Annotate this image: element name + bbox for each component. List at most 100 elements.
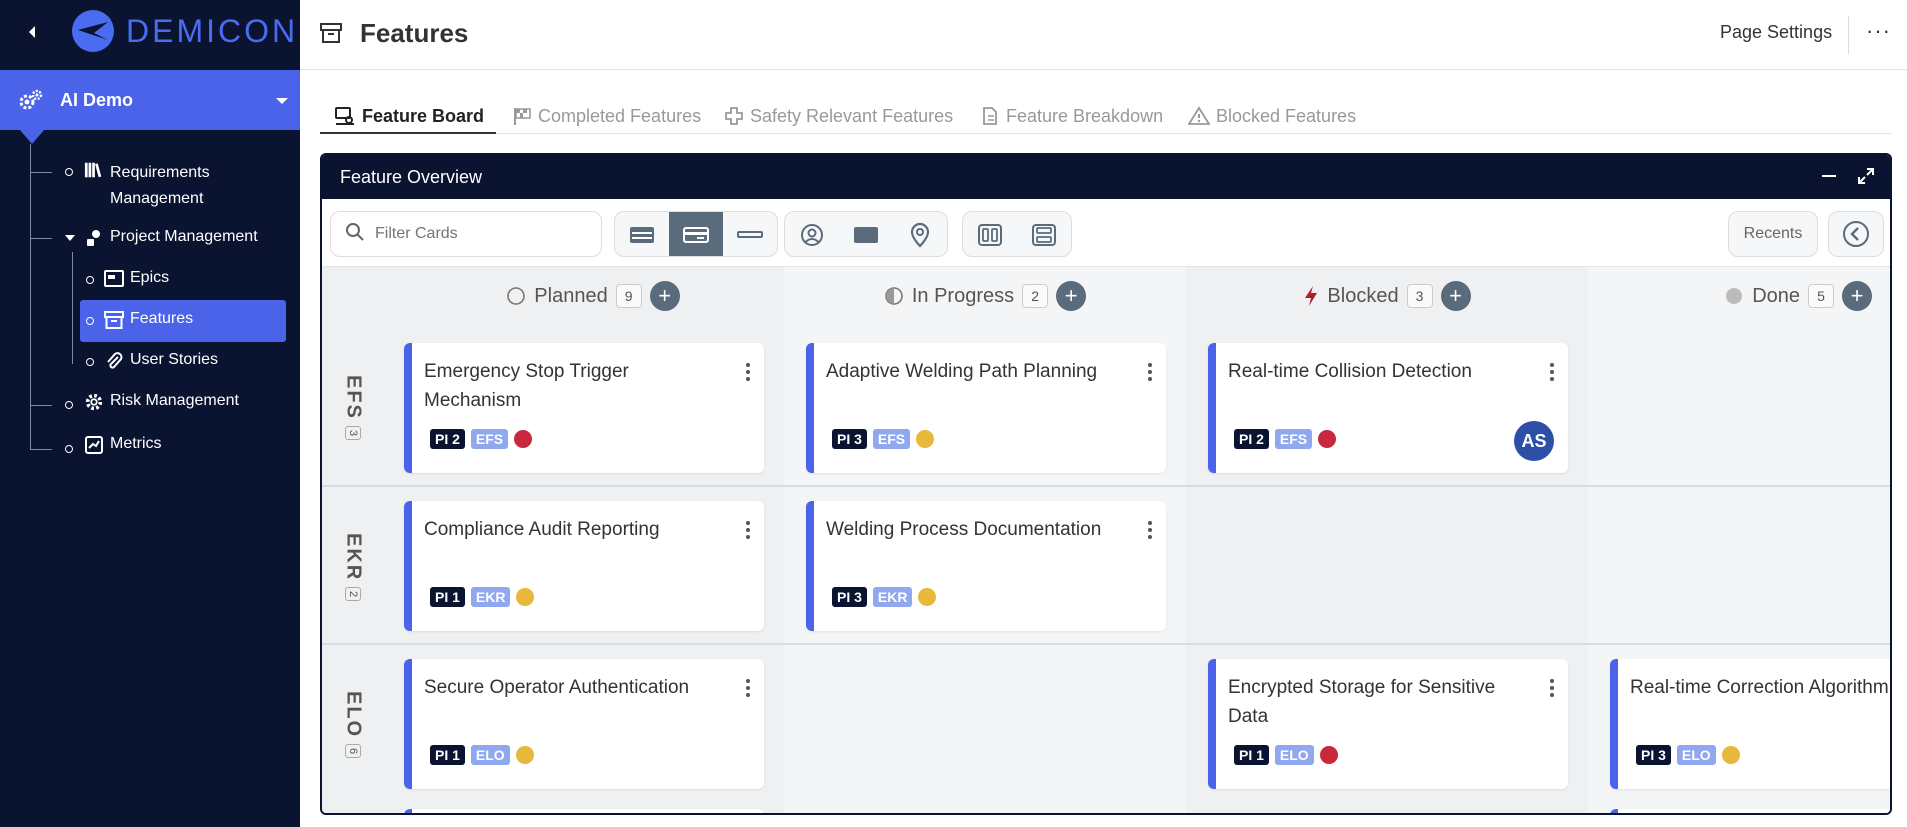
panel-title: Feature Overview xyxy=(340,167,483,187)
row-layout-button[interactable] xyxy=(1017,212,1071,256)
project-selector[interactable]: AI Demo xyxy=(0,70,300,130)
collapse-sidebar-icon[interactable] xyxy=(22,22,42,42)
circle-filled-icon xyxy=(1726,288,1743,304)
feature-card[interactable]: Compliance Audit Reporting PI 1 EKR xyxy=(404,501,764,631)
swimlane-label-ekr: EKR 2 xyxy=(336,533,370,602)
feature-card-partial[interactable] xyxy=(404,809,764,813)
caret-down-icon[interactable] xyxy=(276,98,288,104)
feature-overview-panel: Feature Overview Filter Cards Recents Pl… xyxy=(320,153,1892,815)
status-dot xyxy=(514,430,533,448)
sidebar: DEMICON AI Demo Requirements Management … xyxy=(0,0,300,827)
feature-card[interactable]: Real-time Collision Detection PI 2 EFS A… xyxy=(1208,343,1568,473)
large-card-view-button[interactable] xyxy=(615,212,669,256)
bullet xyxy=(65,445,73,453)
tab-completed-features[interactable]: Completed Features xyxy=(512,100,701,132)
sidebar-item-label: Risk Management xyxy=(110,392,239,409)
pi-badge: PI 3 xyxy=(832,429,867,449)
chevron-left-circle-icon xyxy=(1843,221,1869,247)
card-menu-icon[interactable] xyxy=(1550,679,1554,697)
column-layout-button[interactable] xyxy=(963,212,1017,256)
status-dot xyxy=(918,588,937,606)
tab-feature-board[interactable]: Feature Board xyxy=(334,100,484,132)
collapse-panel-button[interactable] xyxy=(1828,211,1884,257)
swimlane-count: 2 xyxy=(345,587,361,602)
circle-outline-icon xyxy=(507,287,526,305)
books-icon xyxy=(84,160,104,180)
gear-icon xyxy=(84,392,104,412)
paperclip-icon xyxy=(104,351,124,371)
page-title: Features xyxy=(360,18,469,48)
sidebar-item-project-management[interactable]: Project Management xyxy=(84,228,258,248)
column-header-done: Done 5 + xyxy=(1588,267,1890,325)
feature-card-partial[interactable] xyxy=(1610,809,1890,813)
expand-icon[interactable] xyxy=(1857,167,1875,190)
column-header-blocked: Blocked 3 + xyxy=(1186,267,1588,325)
sidebar-item-metrics[interactable]: Metrics xyxy=(84,435,162,455)
card-menu-icon[interactable] xyxy=(746,363,750,381)
column-count: 3 xyxy=(1406,284,1433,308)
column-title: Done xyxy=(1752,284,1800,307)
show-color-button[interactable] xyxy=(839,212,893,256)
more-options-icon[interactable]: ··· xyxy=(1866,18,1891,44)
page-settings-button[interactable]: Page Settings xyxy=(1720,22,1832,43)
show-location-button[interactable] xyxy=(893,212,947,256)
feature-card[interactable]: Encrypted Storage for Sensitive Data PI … xyxy=(1208,659,1568,789)
sidebar-item-risk-management[interactable]: Risk Management xyxy=(84,392,239,412)
card-title: Real-time Collision Detection xyxy=(1228,361,1472,382)
layout-toggle-group xyxy=(962,211,1072,257)
bullet xyxy=(65,168,73,176)
kanban-board: Planned 9 + In Progress 2 + Blocked 3 + … xyxy=(322,267,1890,813)
pi-badge: PI 2 xyxy=(430,429,465,449)
tab-feature-breakdown[interactable]: Feature Breakdown xyxy=(980,100,1163,132)
swimlane-count: 3 xyxy=(345,425,361,441)
tab-blocked-features[interactable]: Blocked Features xyxy=(1188,100,1356,132)
caret-down-icon[interactable] xyxy=(64,234,76,242)
medium-card-view-button[interactable] xyxy=(669,212,723,256)
sidebar-item-requirements[interactable]: Requirements Management xyxy=(84,160,284,212)
card-size-toggle-group xyxy=(614,211,778,257)
feature-card[interactable]: Emergency Stop Trigger Mechanism PI 2 EF… xyxy=(404,343,764,473)
card-menu-icon[interactable] xyxy=(1148,363,1152,381)
show-assignee-button[interactable] xyxy=(785,212,839,256)
page-header: Features Page Settings ··· xyxy=(300,0,1907,70)
card-menu-icon[interactable] xyxy=(746,521,750,539)
pi-badge: PI 2 xyxy=(1234,429,1269,449)
feature-card[interactable]: Adaptive Welding Path Planning PI 3 EFS xyxy=(806,343,1166,473)
sidebar-item-label: Requirements Management xyxy=(110,164,210,207)
card-menu-icon[interactable] xyxy=(1148,521,1152,539)
add-card-button[interactable]: + xyxy=(1440,281,1471,311)
feature-card[interactable]: Secure Operator Authentication PI 1 ELO xyxy=(404,659,764,789)
add-card-button[interactable]: + xyxy=(1842,281,1872,311)
add-card-button[interactable]: + xyxy=(1056,281,1087,311)
status-dot xyxy=(1721,746,1740,764)
window-icon xyxy=(104,269,124,289)
feature-card[interactable]: Real-time Correction Algorithm PI 3 ELO xyxy=(1610,659,1890,789)
add-card-button[interactable]: + xyxy=(649,281,680,311)
tab-safety-relevant-features[interactable]: Safety Relevant Features xyxy=(724,100,953,132)
card-menu-icon[interactable] xyxy=(1550,363,1554,381)
person-icon xyxy=(84,228,104,248)
demicon-logo: DEMICON xyxy=(70,8,298,54)
code-badge: ELO xyxy=(470,745,510,765)
swimlane-divider xyxy=(322,485,1890,487)
card-menu-icon[interactable] xyxy=(746,679,750,697)
code-badge: EKR xyxy=(470,587,511,607)
tree-line xyxy=(30,405,52,406)
compact-card-view-button[interactable] xyxy=(723,212,777,256)
avatar[interactable]: AS xyxy=(1514,421,1554,461)
tab-label: Blocked Features xyxy=(1216,105,1357,126)
flag-checkered-icon xyxy=(514,108,531,125)
minimize-icon[interactable] xyxy=(1822,175,1836,177)
recents-button[interactable]: Recents xyxy=(1728,211,1818,257)
sidebar-item-features[interactable]: Features xyxy=(104,310,193,330)
sidebar-item-user-stories[interactable]: User Stories xyxy=(104,351,218,371)
filter-cards-input[interactable] xyxy=(375,225,575,243)
panel-header: Feature Overview xyxy=(322,155,1890,199)
card-title: Emergency Stop Trigger Mechanism xyxy=(424,361,629,411)
tab-label: Feature Board xyxy=(362,105,485,126)
feature-card[interactable]: Welding Process Documentation PI 3 EKR xyxy=(806,501,1166,631)
pi-badge: PI 1 xyxy=(430,745,465,765)
board-icon xyxy=(335,107,354,125)
code-badge: EKR xyxy=(872,587,913,607)
sidebar-item-epics[interactable]: Epics xyxy=(104,269,169,289)
